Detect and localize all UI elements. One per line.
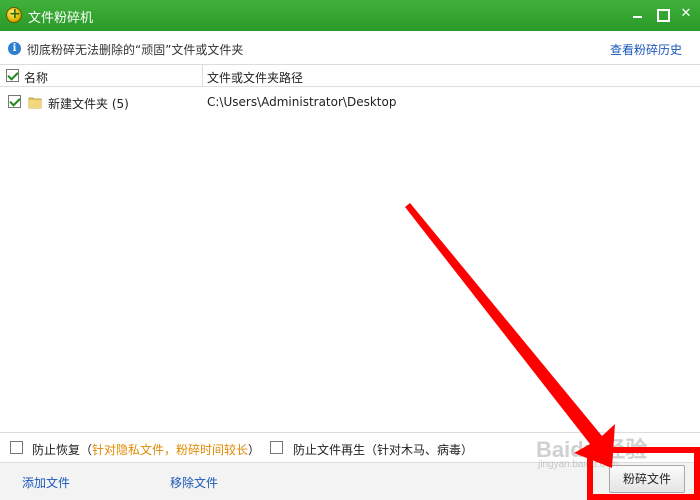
file-list	[0, 87, 700, 432]
column-header-path[interactable]: 文件或文件夹路径	[207, 69, 303, 86]
prevent-recovery-end: ）	[248, 443, 261, 457]
bottom-bar	[0, 462, 700, 500]
select-all-checkbox[interactable]	[6, 69, 19, 82]
info-text: 彻底粉碎无法删除的“顽固”文件或文件夹	[27, 43, 244, 57]
row-name: 新建文件夹 (5)	[48, 97, 129, 111]
remove-file-link[interactable]: 移除文件	[170, 474, 218, 491]
column-divider[interactable]	[202, 65, 203, 87]
row-checkbox[interactable]	[8, 95, 21, 108]
prevent-regeneration-label[interactable]: 防止文件再生（针对木马、病毒）	[293, 441, 473, 458]
add-file-link[interactable]: 添加文件	[22, 474, 70, 491]
shred-button[interactable]: 粉碎文件	[609, 465, 685, 493]
table-header	[0, 65, 700, 87]
prevent-regeneration-checkbox[interactable]	[270, 441, 283, 454]
title-bar[interactable]: 文件粉碎机 ✕	[0, 0, 700, 31]
folder-icon	[28, 97, 42, 109]
file-shredder-window: 文件粉碎机 ✕ i 彻底粉碎无法删除的“顽固”文件或文件夹 查看粉碎历史 名称 …	[0, 0, 700, 500]
prevent-recovery-text: 防止恢复（	[32, 443, 93, 457]
maximize-icon[interactable]	[652, 5, 672, 23]
prevent-recovery-checkbox[interactable]	[10, 441, 23, 454]
close-icon[interactable]: ✕	[676, 5, 696, 23]
minimize-icon[interactable]	[628, 5, 648, 23]
info-icon: i	[8, 42, 21, 55]
info-bar: i 彻底粉碎无法删除的“顽固”文件或文件夹 查看粉碎历史	[0, 31, 700, 65]
window-title: 文件粉碎机	[28, 11, 94, 26]
column-header-name[interactable]: 名称	[24, 69, 48, 86]
app-icon	[6, 6, 22, 23]
prevent-recovery-label[interactable]: 防止恢复（针对隐私文件，粉碎时间较长）	[32, 441, 260, 458]
prevent-recovery-note: 针对隐私文件，粉碎时间较长	[92, 443, 249, 457]
view-history-link[interactable]: 查看粉碎历史	[610, 41, 682, 58]
row-path: C:\Users\Administrator\Desktop	[207, 95, 397, 109]
